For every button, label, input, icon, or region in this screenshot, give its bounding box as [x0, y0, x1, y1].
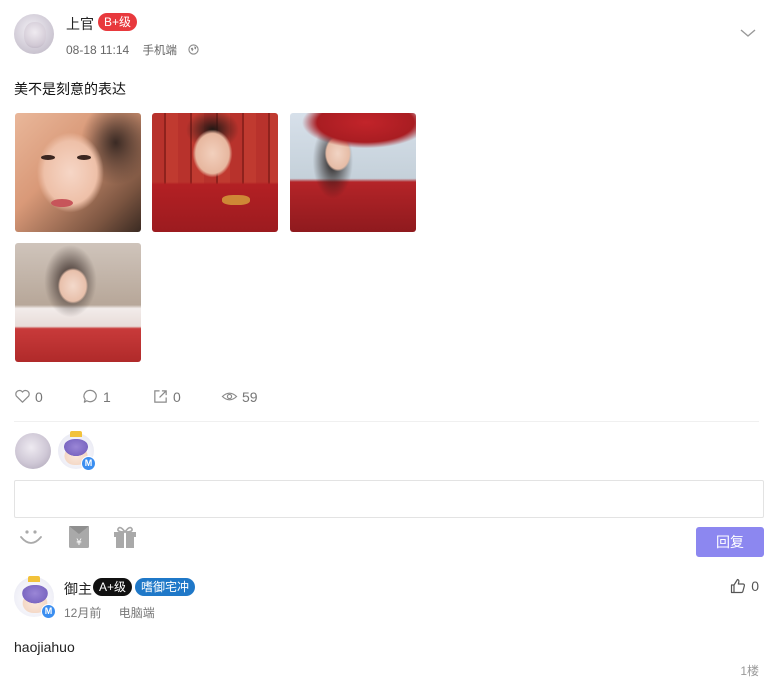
share-icon: [154, 390, 167, 403]
svg-text:¥: ¥: [76, 538, 82, 548]
comment-item: M 御主 A+级 嗜御宅冲 12月前 电脑端 0 haojiahuo 1楼: [14, 575, 759, 678]
reply-button[interactable]: 回复: [696, 527, 764, 557]
level-badge: B+级: [98, 13, 138, 31]
commenter-avatar[interactable]: M: [14, 576, 56, 619]
share-count: 0: [173, 388, 181, 405]
thumbs-up-icon: [731, 578, 746, 594]
globe-icon: [188, 44, 199, 55]
share-button[interactable]: 0: [152, 388, 181, 405]
comment-count: 1: [103, 388, 111, 405]
post-photo-2[interactable]: [152, 113, 278, 232]
gift-icon[interactable]: [112, 524, 138, 550]
comment-icon: [83, 389, 97, 403]
comment-device: 电脑端: [118, 606, 155, 620]
heart-icon: [15, 389, 30, 403]
author-name[interactable]: 上官: [66, 14, 94, 34]
divider: [14, 421, 759, 422]
like-button[interactable]: 0: [14, 388, 43, 405]
view-count: 59: [242, 388, 258, 405]
post-photo-3[interactable]: [290, 113, 416, 232]
comment-input[interactable]: [14, 480, 764, 518]
vip-badge-icon: M: [81, 456, 96, 471]
author-avatar[interactable]: [14, 14, 54, 54]
comment-like-button[interactable]: 0: [730, 578, 759, 594]
commenter-name[interactable]: 御主: [64, 579, 92, 599]
vip-badge-icon: M: [41, 604, 56, 619]
post-time: 08-18 11:14: [66, 43, 130, 57]
chevron-down-icon[interactable]: [739, 24, 757, 42]
red-packet-icon[interactable]: ¥: [66, 524, 92, 550]
post-device: 手机端: [142, 45, 178, 57]
post-header: 上官 B+级 08-18 11:14 手机端: [14, 12, 759, 58]
post-stats: 0 1 0 59: [14, 388, 759, 410]
post-meta: 08-18 11:14 手机端: [66, 42, 199, 58]
floor-number: 1楼: [740, 664, 759, 678]
post-photo-1[interactable]: [15, 113, 141, 232]
comment-text: haojiahuo: [14, 639, 75, 655]
emoji-icon[interactable]: [18, 524, 44, 550]
post-photo-4[interactable]: [15, 243, 141, 362]
post-content: 美不是刻意的表达: [14, 81, 126, 97]
liker-avatar[interactable]: [15, 433, 51, 469]
crown-icon: [70, 431, 82, 437]
like-count: 0: [35, 388, 43, 405]
view-stat: 59: [221, 388, 258, 405]
commenter-level-badge: A+级: [93, 578, 133, 596]
liker-avatar[interactable]: M: [58, 431, 96, 471]
comment-like-count: 0: [751, 578, 759, 594]
comment-time: 12月前: [64, 606, 102, 620]
comment-meta: 12月前 电脑端: [64, 604, 155, 621]
comment-button[interactable]: 1: [82, 388, 111, 405]
eye-icon: [221, 392, 238, 401]
crown-icon: [28, 576, 40, 582]
commenter-tag: 嗜御宅冲: [135, 578, 196, 596]
